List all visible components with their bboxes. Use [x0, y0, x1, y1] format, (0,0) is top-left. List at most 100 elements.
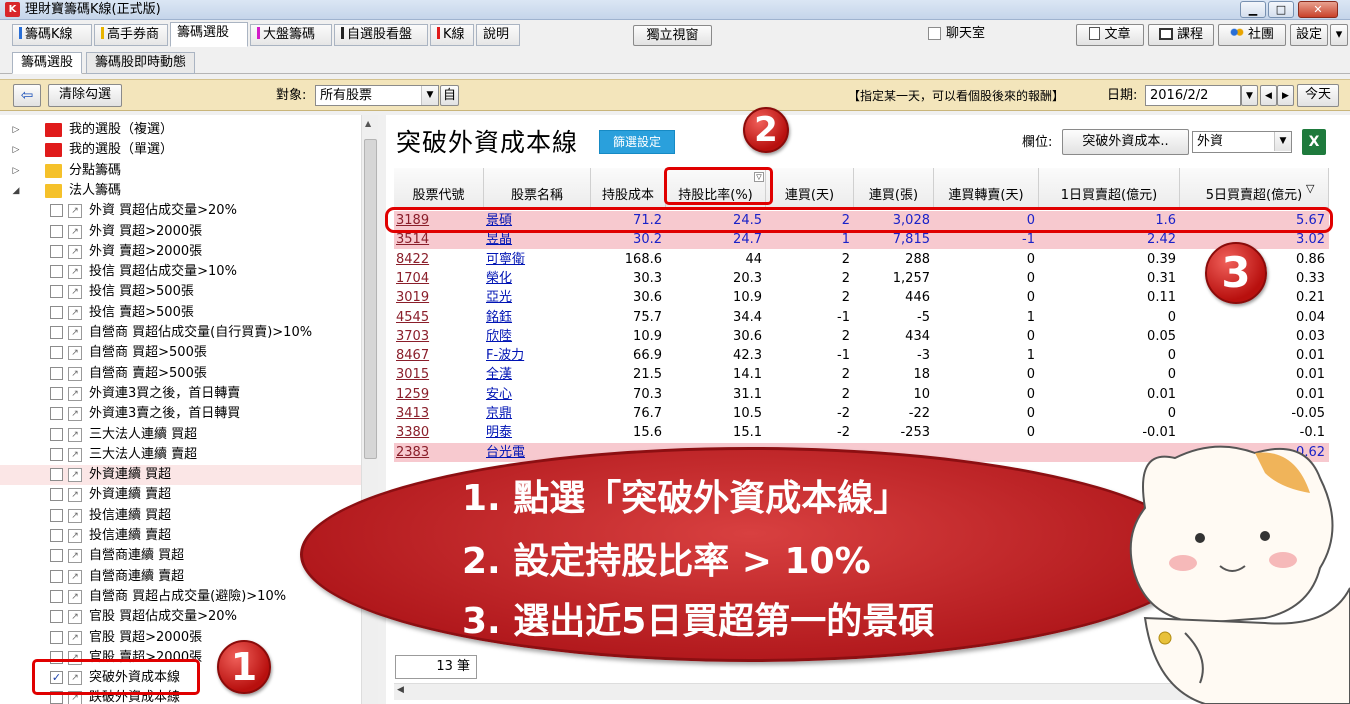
- tree-item-checkbox[interactable]: [50, 326, 63, 339]
- stock-code-link[interactable]: 3703: [394, 327, 484, 346]
- scroll-left-icon[interactable]: ◀: [397, 685, 404, 695]
- table-row[interactable]: 1259 安心 70.3 31.1 2 10 0 0.01 0.01: [394, 385, 1329, 404]
- tree-item-checkbox[interactable]: [50, 447, 63, 461]
- maximize-button[interactable]: □: [1268, 1, 1294, 18]
- tree-item[interactable]: ↗ 投信 買超佔成交量>10%: [0, 262, 362, 282]
- tree-item[interactable]: ↗ 外資 買超>2000張: [0, 222, 362, 242]
- stock-code-link[interactable]: 3019: [394, 288, 484, 307]
- tree-item-checkbox[interactable]: [50, 488, 63, 502]
- independent-window-button[interactable]: 獨立視窗: [633, 25, 712, 46]
- column-header[interactable]: 連買(天): [766, 168, 854, 208]
- tree-item[interactable]: ↗ 外資連續 賣超: [0, 485, 362, 505]
- stock-name-link[interactable]: 欣陸: [484, 327, 591, 346]
- settings-button[interactable]: 設定: [1290, 24, 1328, 46]
- tree-folder[interactable]: ▷ 我的選股（複選）: [0, 120, 362, 140]
- stock-name-link[interactable]: 全漢: [484, 365, 591, 384]
- stock-name-link[interactable]: 安心: [484, 385, 591, 404]
- tree-folder[interactable]: ◢ 法人籌碼: [0, 181, 362, 201]
- tree-item-checkbox[interactable]: [50, 224, 63, 238]
- tree-item-checkbox[interactable]: [50, 204, 63, 218]
- tab-3[interactable]: 籌碼選股: [170, 22, 248, 47]
- table-row[interactable]: 3514 昱晶 30.2 24.7 1 7,815 -1 2.42 3.02: [394, 230, 1329, 250]
- column-header[interactable]: 股票名稱: [484, 168, 591, 208]
- tree-item[interactable]: ↗ 投信 賣超>500張: [0, 303, 362, 323]
- stock-name-link[interactable]: 京鼎: [484, 404, 591, 423]
- prev-day-button[interactable]: ◀: [1260, 85, 1277, 106]
- tree-item[interactable]: ↗ 三大法人連續 買超: [0, 425, 362, 445]
- tree-item-checkbox[interactable]: [50, 610, 63, 624]
- tab-1[interactable]: 籌碼K線: [12, 24, 92, 46]
- column-picker-button[interactable]: 突破外資成本..: [1062, 129, 1189, 155]
- table-row[interactable]: 4545 銘鈺 75.7 34.4 -1 -5 1 0 0.04: [394, 308, 1329, 327]
- stock-code-link[interactable]: 4545: [394, 308, 484, 327]
- stock-name-link[interactable]: 明泰: [484, 423, 591, 442]
- column-header[interactable]: 持股成本: [591, 168, 666, 208]
- tree-item-checkbox[interactable]: [50, 569, 63, 583]
- stock-code-link[interactable]: 8422: [394, 250, 484, 269]
- sort-descending-icon[interactable]: ▽: [1306, 182, 1314, 195]
- stock-code-link[interactable]: 3015: [394, 365, 484, 384]
- excel-export-icon[interactable]: X: [1302, 129, 1326, 155]
- tree-folder[interactable]: ▷ 分點籌碼: [0, 161, 362, 181]
- investor-select[interactable]: 外資 ▼: [1192, 131, 1292, 153]
- stock-name-link[interactable]: 昱晶: [484, 230, 591, 249]
- tree-item-checkbox[interactable]: [50, 549, 63, 563]
- table-row[interactable]: 8422 可寧衛 168.6 44 2 288 0 0.39 0.86: [394, 250, 1329, 269]
- tab-6[interactable]: K線: [430, 24, 474, 46]
- stock-code-link[interactable]: 3514: [394, 230, 484, 249]
- stock-code-link[interactable]: 1704: [394, 269, 484, 288]
- tree-item-checkbox[interactable]: [50, 589, 63, 603]
- tree-item[interactable]: ↗ 外資連續 買超: [0, 465, 362, 486]
- today-button[interactable]: 今天: [1297, 84, 1339, 107]
- course-button[interactable]: 課程: [1148, 24, 1214, 46]
- table-row[interactable]: 3019 亞光 30.6 10.9 2 446 0 0.11 0.21: [394, 288, 1329, 307]
- subtab-stock-picker[interactable]: 籌碼選股: [12, 52, 83, 74]
- stock-code-link[interactable]: 1259: [394, 385, 484, 404]
- expand-toggle-icon[interactable]: ▷: [11, 120, 21, 140]
- stock-code-link[interactable]: 2383: [394, 443, 484, 462]
- filter-settings-button[interactable]: 篩選設定: [599, 130, 675, 154]
- close-button[interactable]: ✕: [1298, 1, 1338, 18]
- minimize-button[interactable]: ▁: [1240, 1, 1266, 18]
- stock-code-link[interactable]: 8467: [394, 346, 484, 365]
- tab-4[interactable]: 大盤籌碼: [250, 24, 332, 46]
- tree-item-checkbox[interactable]: [50, 508, 63, 522]
- tree-item[interactable]: ↗ 投信 買超>500張: [0, 282, 362, 302]
- tree-item[interactable]: ↗ 自營商 買超>500張: [0, 343, 362, 363]
- column-header[interactable]: 股票代號: [394, 168, 484, 208]
- tree-item[interactable]: ↗ 外資 買超佔成交量>20%: [0, 201, 362, 221]
- chatroom-checkbox[interactable]: [928, 27, 941, 40]
- tree-item-checkbox[interactable]: [50, 265, 63, 279]
- expand-toggle-icon[interactable]: ▷: [11, 161, 21, 181]
- stock-code-link[interactable]: 3413: [394, 404, 484, 423]
- tree-item[interactable]: ↗ 官股 買超佔成交量>20%: [0, 607, 362, 627]
- tab-2[interactable]: 高手券商: [94, 24, 168, 46]
- tree-scrollbar[interactable]: ▲: [361, 115, 378, 704]
- tree-item-checkbox[interactable]: [50, 407, 63, 421]
- tree-item[interactable]: ↗ 投信連續 買超: [0, 506, 362, 526]
- back-arrow-icon[interactable]: ⇦: [13, 84, 41, 107]
- column-header[interactable]: 1日買賣超(億元): [1039, 168, 1180, 208]
- next-day-button[interactable]: ▶: [1277, 85, 1294, 106]
- tree-item[interactable]: ↗ 外資連3買之後，首日轉賣: [0, 384, 362, 404]
- article-button[interactable]: 文章: [1076, 24, 1144, 46]
- tree-item[interactable]: ↗ 自營商 賣超>500張: [0, 364, 362, 384]
- tree-folder[interactable]: ▷ 我的選股（單選）: [0, 140, 362, 160]
- tree-item[interactable]: ↗ 外資 賣超>2000張: [0, 242, 362, 262]
- table-row[interactable]: 8467 F-波力 66.9 42.3 -1 -3 1 0 0.01: [394, 346, 1329, 365]
- column-header[interactable]: 連買轉賣(天): [934, 168, 1039, 208]
- tree-item-checkbox[interactable]: [50, 366, 63, 380]
- tree-item-checkbox[interactable]: [50, 305, 63, 319]
- tab-5[interactable]: 自選股看盤: [334, 24, 428, 46]
- tree-item-checkbox[interactable]: [50, 285, 63, 299]
- tree-item-checkbox[interactable]: [50, 386, 63, 400]
- tree-item[interactable]: ↗ 官股 買超>2000張: [0, 628, 362, 648]
- stock-name-link[interactable]: 可寧衛: [484, 250, 591, 269]
- expand-toggle-icon[interactable]: ◢: [11, 181, 21, 201]
- subtab-realtime[interactable]: 籌碼股即時動態: [86, 52, 196, 74]
- tree-item-checkbox[interactable]: [50, 427, 63, 441]
- tree-item-checkbox[interactable]: [50, 529, 63, 542]
- tree-item[interactable]: ↗ 三大法人連續 賣超: [0, 445, 362, 465]
- tree-item[interactable]: ↗ 自營商 買超占成交量(避險)>10%: [0, 587, 362, 607]
- self-select-button[interactable]: 自: [440, 85, 459, 106]
